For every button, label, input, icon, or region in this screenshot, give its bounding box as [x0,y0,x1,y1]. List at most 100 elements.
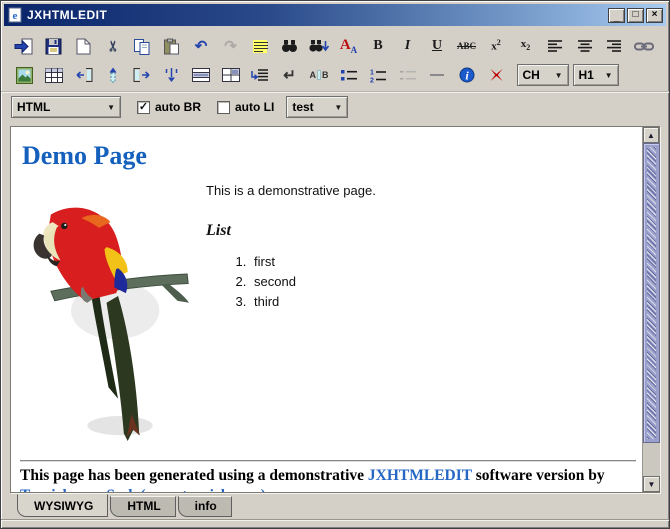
redo-icon: ↷ [224,37,237,55]
line-break-button[interactable]: ↵ [277,63,303,87]
merge-cell-button[interactable] [218,63,244,87]
scroll-up-button[interactable]: ▲ [643,127,659,143]
definition-list-icon [399,68,417,82]
underline-icon: U [431,38,443,53]
wysiwyg-editor[interactable]: Demo Page This is a demonstrative page. … [11,127,642,492]
auto-li-checkbox[interactable]: auto LI [217,100,274,114]
insert-image-button[interactable] [11,63,37,87]
ordered-list: first second third [250,254,636,309]
strikethrough-button[interactable]: ABC [454,34,480,58]
document-footer: This page has been generated using a dem… [20,466,636,492]
tab-html[interactable]: HTML [110,496,176,517]
info-button[interactable]: i [454,63,480,87]
heading-combo-value: H1 [578,68,594,82]
bold-icon: B [373,38,383,53]
footer-link-jxhtmledit[interactable]: JXHTMLEDIT [368,467,472,484]
align-left-button[interactable] [542,34,568,58]
insert-row-icon [164,67,179,83]
vertical-scrollbar[interactable]: ▲ ▼ [642,127,660,492]
subscript-button[interactable]: x2 [513,34,539,58]
tab-info[interactable]: info [177,496,232,517]
footer-link-tecnick[interactable]: Tecnick.com S.r.l. (www.tecnick.com) [20,487,266,492]
list-title: List [206,222,231,239]
align-center-icon [577,39,593,53]
test-combo[interactable]: test ▼ [286,96,349,118]
insert-table-button[interactable] [41,63,67,87]
close-button[interactable]: × [646,7,663,23]
view-tabbar: WYSIWYG HTML info [1,493,669,519]
list-item: third [250,294,636,309]
info-icon: i [459,67,475,83]
open-document-button[interactable] [11,34,37,58]
copy-button[interactable] [129,34,155,58]
insert-image-icon [15,66,33,84]
undo-button[interactable]: ↶ [188,34,214,58]
heading-combo[interactable]: H1 ▼ [572,64,619,86]
checkbox-label: auto LI [235,100,275,114]
document-body: This is a demonstrative page. List first… [20,183,636,441]
select-all-button[interactable] [247,34,273,58]
maximize-button[interactable]: □ [627,7,644,23]
titlebar[interactable]: e JXHTMLEDIT _ □ × [4,4,666,26]
line-break-icon: ↵ [283,66,296,84]
align-center-button[interactable] [572,34,598,58]
mode-combo-value: HTML [17,100,51,114]
scrollbar-thumb[interactable] [643,143,660,443]
find-next-button[interactable] [306,34,332,58]
definition-list-button [395,63,421,87]
mode-combo[interactable]: HTML ▼ [11,96,121,118]
undo-icon: ↶ [194,37,208,55]
redo-button: ↷ [218,34,244,58]
insert-link-button[interactable] [631,34,657,58]
scroll-down-button[interactable]: ▼ [643,476,660,492]
test-combo-value: test [292,100,314,114]
new-document-button[interactable] [70,34,96,58]
find-icon [281,39,298,53]
select-all-icon [252,39,269,54]
italic-button[interactable]: I [395,34,421,58]
italic-icon: I [404,38,411,53]
svg-text:e: e [13,10,18,22]
format-bar: HTML ▼ ✓ auto BR auto LI test ▼ [1,92,669,122]
new-document-icon [76,38,91,55]
list-item: second [250,274,636,289]
font-style-button[interactable]: AA [336,34,362,58]
tab-wysiwyg[interactable]: WYSIWYG [17,494,109,517]
delete-column-button[interactable] [100,63,126,87]
scrollbar-track[interactable] [643,443,660,476]
numbered-list-button[interactable]: 12 [365,63,391,87]
non-breaking-space-button[interactable]: AB [306,63,332,87]
insert-table-icon [44,67,63,83]
application-window: e JXHTMLEDIT _ □ × ✂ ↶ ↷ AA B I U ABC x2 x2 ↵ A B 1 2… [0,0,670,529]
toolbar-table: ↵ A B 1 2 i CH ▼ H1 ▼ [1,60,669,92]
find-button[interactable] [277,34,303,58]
non-breaking-space-icon: AB [309,70,329,80]
auto-br-checkbox[interactable]: ✓ auto BR [137,100,201,114]
delete-button[interactable] [483,63,509,87]
horizontal-rule-button[interactable] [424,63,450,87]
paste-button[interactable] [159,34,185,58]
indent-block-button[interactable] [247,63,273,87]
copy-icon [133,38,151,55]
document-text-column: This is a demonstrative page. List first… [206,183,636,309]
scroll-down-icon: ▼ [647,479,656,489]
editor-area: Demo Page This is a demonstrative page. … [10,126,660,493]
style-combo[interactable]: CH ▼ [516,64,569,86]
align-left-icon [547,39,563,53]
align-right-icon [606,39,622,53]
superscript-icon: x2 [491,38,501,53]
cut-button[interactable]: ✂ [100,34,126,58]
bold-button[interactable]: B [365,34,391,58]
superscript-button[interactable]: x2 [483,34,509,58]
minimize-button[interactable]: _ [608,7,625,23]
align-right-button[interactable] [601,34,627,58]
underline-button[interactable]: U [424,34,450,58]
minimize-icon: _ [613,12,620,23]
merge-row-button[interactable] [188,63,214,87]
document-horizontal-rule [20,460,636,462]
insert-column-after-button[interactable] [129,63,155,87]
save-button[interactable] [41,34,67,58]
insert-row-button[interactable] [159,63,185,87]
bullet-list-button[interactable] [336,63,362,87]
insert-column-before-button[interactable] [70,63,96,87]
